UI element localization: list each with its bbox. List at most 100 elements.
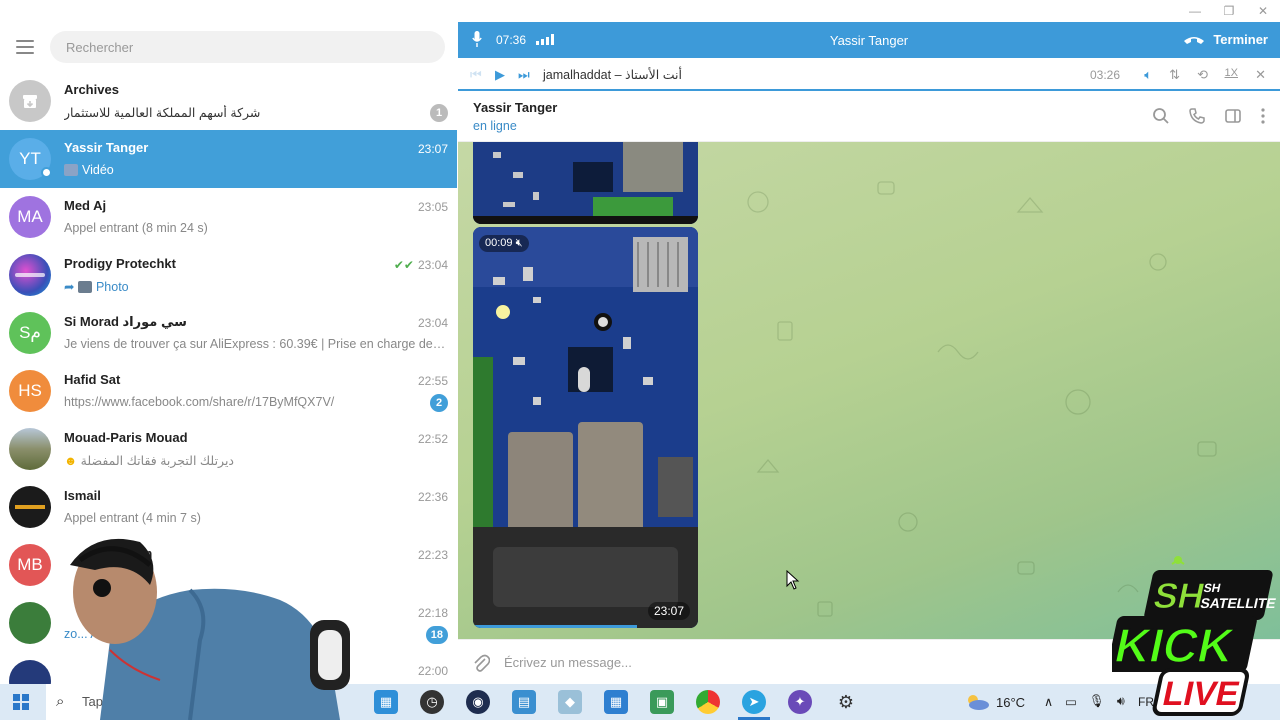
photo-thumbnail-icon <box>77 281 92 293</box>
media-app-icon[interactable]: ◆ <box>558 690 582 714</box>
chat-preview: ☻ ديرتلك التجربة فقاتك المفضلة <box>64 454 234 468</box>
svg-text:LIVE: LIVE <box>1159 675 1243 713</box>
avatar <box>9 486 51 528</box>
telegram-app-icon[interactable]: ➤ <box>742 690 766 714</box>
network-icon[interactable]: ▭ <box>1065 694 1077 709</box>
chat-preview: ➦ Photo <box>64 280 129 294</box>
chat-preview: Vidéo <box>64 163 418 177</box>
network-app-icon[interactable]: ▣ <box>650 690 674 714</box>
chat-time: 22:18 <box>417 606 448 620</box>
chat-header[interactable]: Yassir Tanger en ligne <box>458 93 1280 142</box>
avatar: Sم <box>9 312 51 354</box>
active-call-bar[interactable]: 07:36 Yassir Tanger Terminer <box>458 22 1280 58</box>
muted-speaker-icon[interactable]: 🔇︎ <box>516 237 523 249</box>
message-input[interactable] <box>504 650 1104 674</box>
chat-name: Si Morad سي موراد <box>64 314 187 329</box>
settings-app-icon[interactable]: ⚙ <box>834 690 858 714</box>
phone-icon[interactable] <box>1188 107 1206 125</box>
chat-item-hafid-sat[interactable]: HS Hafid Sat 22:55 https://www.facebook.… <box>0 362 457 420</box>
previous-track-icon[interactable]: ⏮ <box>470 67 482 83</box>
chat-item-ismail[interactable]: Ismail 22:36 Appel entrant (4 min 7 s) <box>0 478 457 536</box>
avatar: MA <box>9 196 51 238</box>
chat-name: Mouad-Paris Mouad <box>64 430 188 445</box>
chat-time: 23:04 <box>417 316 448 330</box>
close-window-button[interactable]: ✕ <box>1246 0 1280 22</box>
avatar: YT <box>9 138 52 180</box>
chat-header-name[interactable]: Yassir Tanger <box>473 100 557 115</box>
weather-cloud-icon <box>968 695 989 710</box>
chat-name: Yassir Tanger <box>64 140 149 155</box>
svg-text:SH: SH <box>1202 581 1222 595</box>
sh-satellite-kick-live-logo: SH SH SATELLITE KICK LIVE <box>1112 556 1277 716</box>
menu-icon[interactable] <box>16 40 34 54</box>
chat-item-archives[interactable]: Archives شركة أسهم المملكة العالمية للاس… <box>0 72 457 130</box>
close-player-icon[interactable]: ✕ <box>1255 67 1266 83</box>
svg-text:SATELLITE: SATELLITE <box>1199 595 1277 611</box>
chat-time: 22:23 <box>417 548 448 562</box>
video-message[interactable]: 00:09 🔇︎ 23:07 <box>473 227 698 628</box>
order-icon[interactable]: ⇅ <box>1169 67 1180 83</box>
next-track-icon[interactable]: ⏭ <box>518 67 530 83</box>
microphone-tray-icon[interactable]: 🎙︎ <box>1089 694 1105 709</box>
unread-badge: 2 <box>430 394 448 412</box>
maximize-button[interactable]: ❐ <box>1212 0 1246 22</box>
chat-name: Prodigy Protechkt <box>64 256 176 271</box>
avatar <box>9 428 51 470</box>
folder-app-icon[interactable]: ▤ <box>512 690 536 714</box>
chat-name: Ismail <box>64 488 101 503</box>
store-app-icon[interactable]: ▦ <box>374 690 398 714</box>
chat-item-si-morad[interactable]: Sم Si Morad سي موراد 23:04 Je viens de t… <box>0 304 457 362</box>
minimize-button[interactable]: — <box>1178 0 1212 22</box>
message-time: 23:07 <box>647 602 690 620</box>
unread-badge: 18 <box>425 626 448 644</box>
emoji-smile-icon: ☻ <box>64 454 81 468</box>
svg-text:KICK: KICK <box>1112 619 1239 672</box>
search-input[interactable] <box>50 31 445 63</box>
chevron-up-icon[interactable]: ∧ <box>1044 694 1053 709</box>
more-options-icon[interactable] <box>1260 107 1266 125</box>
windows-start-icon[interactable] <box>13 694 29 710</box>
call-contact-name: Yassir Tanger <box>829 33 909 48</box>
avatar: HS <box>9 370 51 412</box>
attach-icon[interactable] <box>472 653 490 673</box>
chat-time: 22:00 <box>417 664 448 678</box>
sidebar-toggle-icon[interactable] <box>1224 107 1242 125</box>
chat-name: Archives <box>64 82 119 97</box>
chat-preview: Appel entrant (4 min 7 s) <box>64 511 201 525</box>
archive-icon <box>9 80 51 122</box>
chat-name: Med Aj <box>64 198 107 213</box>
webcam-overlay <box>70 538 350 720</box>
avatar <box>9 254 51 296</box>
search-icon[interactable] <box>1152 107 1170 125</box>
volume-icon[interactable]: 🔈︎ <box>1144 67 1152 83</box>
mouse-cursor-icon <box>786 570 800 590</box>
repeat-icon[interactable]: ⟲ <box>1197 67 1208 83</box>
chat-header-status: en ligne <box>473 119 517 133</box>
weather-widget[interactable]: 16°C <box>964 693 1025 711</box>
satellite-app-icon[interactable]: ✦ <box>788 690 812 714</box>
playback-speed-button[interactable]: 1X <box>1225 67 1238 79</box>
video-message-thumbnail[interactable] <box>473 142 698 224</box>
online-indicator-icon <box>41 167 52 178</box>
video-progress-bar[interactable] <box>473 625 638 628</box>
camera-app-icon[interactable]: ◉ <box>466 690 490 714</box>
end-call-button[interactable]: Terminer <box>1183 32 1268 47</box>
video-duration-label: 00:09 🔇︎ <box>479 235 529 252</box>
chat-name: Hafid Sat <box>64 372 121 387</box>
calculator-app-icon[interactable]: ▦ <box>604 690 628 714</box>
chat-item-mouad-paris-mouad[interactable]: Mouad-Paris Mouad 22:52 ☻ ديرتلك التجربة… <box>0 420 457 478</box>
chat-preview: Appel entrant (8 min 24 s) <box>64 221 208 235</box>
chat-item-med-aj[interactable]: MA Med Aj 23:05 Appel entrant (8 min 24 … <box>0 188 457 246</box>
track-title: jamalhaddat – أنت الأستاذ <box>543 68 682 82</box>
chat-item-yassir-tanger[interactable]: YT Yassir Tanger 23:07 Vidéo <box>0 130 457 188</box>
chat-preview: شركة أسهم المملكة العالمية للاستثمار <box>64 106 261 120</box>
clock-app-icon[interactable]: ◷ <box>420 690 444 714</box>
title-bar: — ❐ ✕ <box>0 0 1280 22</box>
video-thumbnail-icon <box>64 164 78 176</box>
chat-time: 22:55 <box>417 374 448 388</box>
chat-item-prodigy-protechkt[interactable]: Prodigy Protechkt ✔✔ 23:04 ➦ Photo <box>0 246 457 304</box>
chrome-app-icon[interactable] <box>696 690 720 714</box>
search-bar <box>0 22 457 72</box>
play-icon[interactable]: ▶ <box>495 67 505 83</box>
unread-badge: 1 <box>430 104 448 122</box>
